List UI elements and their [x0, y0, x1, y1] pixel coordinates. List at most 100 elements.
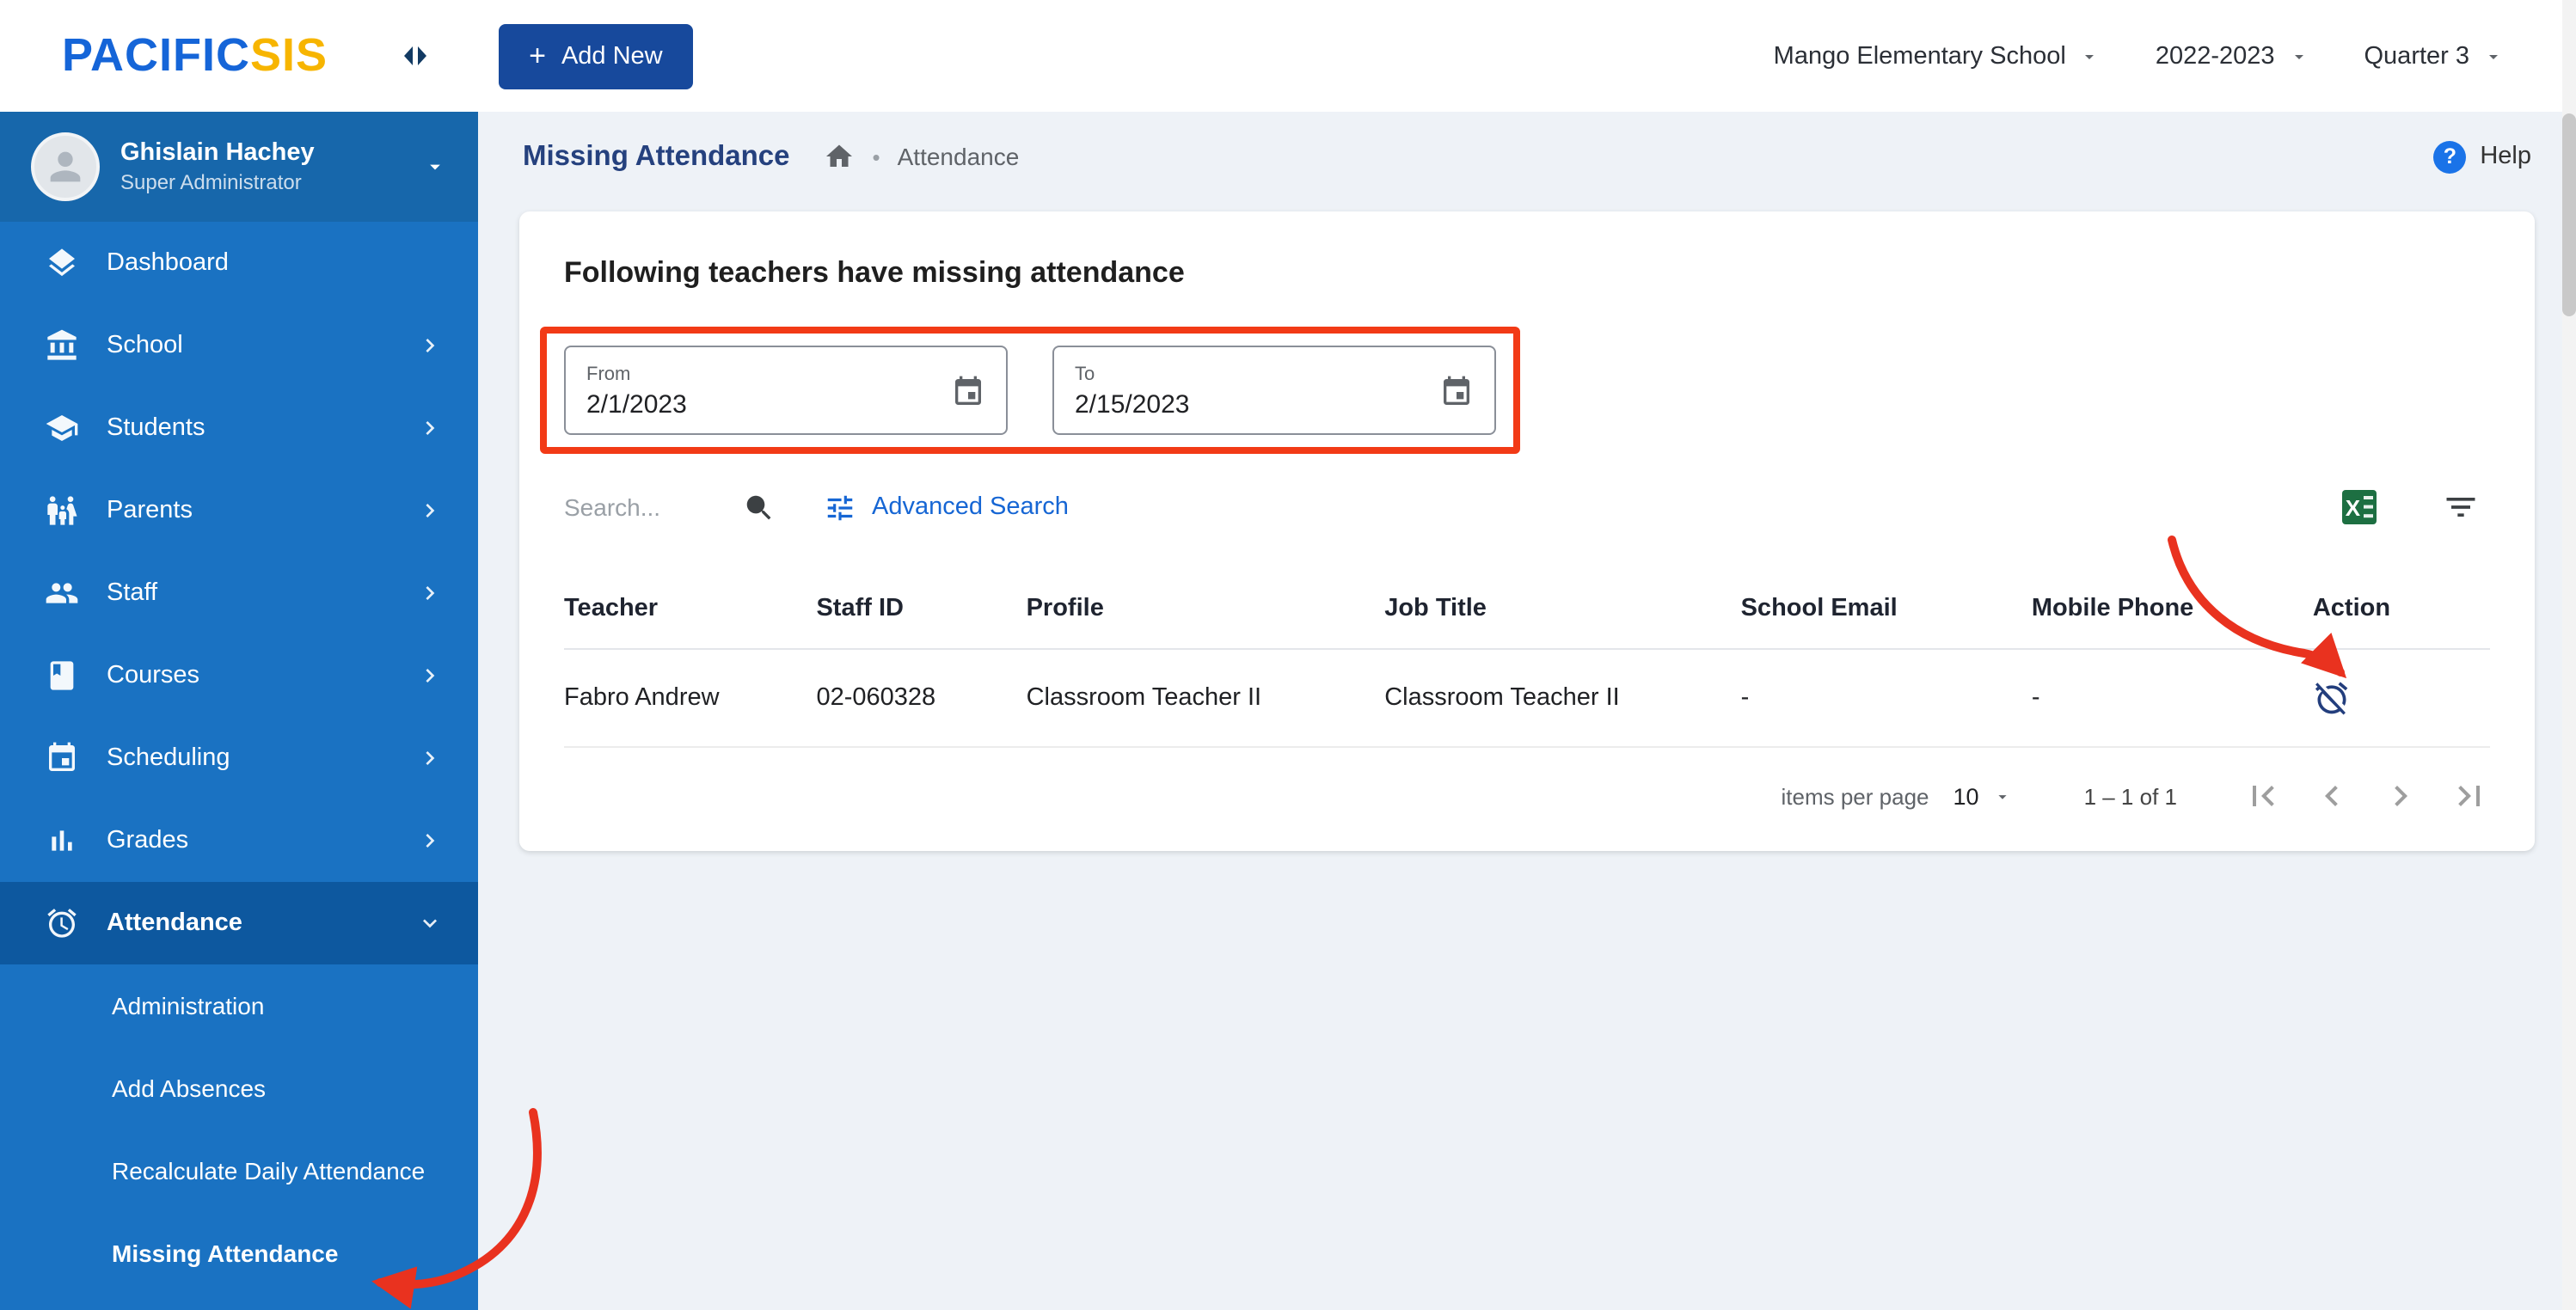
sidebar-subitem-label: Add Absences — [112, 1074, 267, 1102]
items-per-page-select[interactable]: 10 — [1953, 783, 2012, 809]
sidebar-item-staff[interactable]: Staff — [0, 552, 478, 634]
sidebar-subitem-administration[interactable]: Administration — [0, 964, 478, 1047]
sidebar-collapse-icon[interactable] — [400, 43, 429, 69]
sidebar-item-attendance[interactable]: Attendance — [0, 882, 478, 964]
sidebar-item-students[interactable]: Students — [0, 387, 478, 469]
sidebar-item-parents[interactable]: Parents — [0, 469, 478, 552]
top-header: PACIFICSIS + Add New Mango Elementary Sc… — [0, 0, 2576, 112]
col-action: Action — [2312, 569, 2490, 650]
sidebar-item-dashboard[interactable]: Dashboard — [0, 222, 478, 304]
avatar — [31, 132, 100, 201]
chevron-right-icon — [426, 751, 435, 765]
sidebar-subitem-recalculate-daily-attendance[interactable]: Recalculate Daily Attendance — [0, 1129, 478, 1212]
breadcrumb: Missing Attendance • Attendance ? Help — [478, 112, 2576, 201]
user-name: Ghislain Hachey — [120, 139, 315, 167]
sidebar-subitem-label: Missing Attendance — [112, 1240, 339, 1267]
sidebar-item-label: Staff — [107, 579, 158, 607]
graduation-cap-icon — [46, 415, 78, 441]
search-icon[interactable] — [743, 491, 776, 523]
sidebar-subitem-missing-attendance[interactable]: Missing Attendance — [0, 1212, 478, 1295]
sidebar-item-label: Dashboard — [107, 249, 229, 277]
date-to-label: To — [1075, 364, 1095, 384]
cell-staff-id: 02-060328 — [816, 649, 1027, 748]
chevron-right-icon — [426, 504, 435, 517]
breadcrumb-attendance[interactable]: Attendance — [898, 143, 1020, 170]
app-logo: PACIFICSIS — [62, 29, 328, 83]
excel-export-icon[interactable]: X — [2339, 487, 2380, 528]
school-selector-value: Mango Elementary School — [1773, 42, 2066, 70]
cell-teacher: Fabro Andrew — [564, 649, 817, 748]
first-page-icon[interactable] — [2242, 775, 2284, 817]
pagination: items per page 10 1 – 1 of 1 — [564, 775, 2490, 817]
search-input[interactable] — [564, 493, 729, 521]
previous-page-icon[interactable] — [2311, 775, 2352, 817]
school-building-icon — [47, 329, 77, 360]
table-row: Fabro Andrew 02-060328 Classroom Teacher… — [564, 649, 2490, 748]
chevron-down-icon — [2294, 54, 2303, 58]
sidebar-subitem-add-absences[interactable]: Add Absences — [0, 1047, 478, 1129]
svg-text:X: X — [2346, 495, 2361, 521]
cell-job-title: Classroom Teacher II — [1384, 649, 1741, 748]
calendar-icon[interactable] — [951, 374, 985, 408]
logo-sis: SIS — [250, 29, 328, 81]
add-new-label: Add New — [561, 42, 663, 70]
col-job-title: Job Title — [1384, 569, 1741, 650]
advanced-search-label: Advanced Search — [872, 493, 1069, 521]
help-button[interactable]: ? Help — [2433, 140, 2531, 173]
tune-icon — [827, 494, 853, 520]
sidebar-item-scheduling[interactable]: Scheduling — [0, 717, 478, 799]
sidebar-item-school[interactable]: School — [0, 304, 478, 387]
missing-attendance-card: Following teachers have missing attendan… — [519, 211, 2535, 851]
date-from-input[interactable] — [586, 389, 951, 419]
people-icon — [46, 583, 78, 603]
items-per-page-label: items per page — [1781, 783, 1929, 809]
home-icon[interactable] — [825, 141, 856, 172]
user-profile-menu[interactable]: Ghislain Hachey Super Administrator — [0, 112, 478, 222]
chevron-expanded-icon — [423, 919, 437, 928]
alarm-off-icon[interactable] — [2313, 679, 2351, 717]
question-mark-icon: ? — [2433, 140, 2467, 173]
chevron-right-icon — [426, 834, 435, 848]
date-filter-row: From To — [540, 327, 1520, 454]
header-selectors: Mango Elementary School 2022-2023 Quarte… — [1774, 42, 2576, 70]
table-toolbar: Advanced Search X — [564, 487, 2490, 528]
chevron-right-icon — [426, 669, 435, 683]
sidebar-item-grades[interactable]: Grades — [0, 799, 478, 882]
items-per-page-value: 10 — [1953, 783, 1979, 809]
chevron-down-icon — [1997, 794, 2007, 799]
chevron-right-icon — [426, 339, 435, 352]
sidebar-subitem-label: Recalculate Daily Attendance — [112, 1157, 426, 1185]
alarm-clock-icon — [47, 909, 77, 938]
quarter-selector-value: Quarter 3 — [2364, 42, 2470, 70]
card-title: Following teachers have missing attendan… — [564, 256, 1185, 289]
calendar-icon[interactable] — [1439, 374, 1474, 408]
date-from-field[interactable]: From — [564, 346, 1008, 435]
date-to-input[interactable] — [1075, 389, 1439, 419]
last-page-icon[interactable] — [2449, 775, 2490, 817]
filter-icon[interactable] — [2442, 488, 2480, 526]
family-icon — [47, 496, 77, 525]
sidebar: Ghislain Hachey Super Administrator Dash… — [0, 112, 478, 1310]
cell-school-email: - — [1740, 649, 2032, 748]
missing-attendance-table: Teacher Staff ID Profile Job Title Schoo… — [564, 569, 2490, 748]
advanced-search-link[interactable]: Advanced Search — [824, 491, 1069, 523]
add-new-button[interactable]: + Add New — [498, 23, 694, 89]
col-profile: Profile — [1026, 569, 1385, 650]
next-page-icon[interactable] — [2380, 775, 2421, 817]
cell-mobile-phone: - — [2031, 649, 2313, 748]
chevron-down-icon — [2085, 54, 2095, 58]
scrollbar-thumb[interactable] — [2562, 113, 2576, 316]
sidebar-item-label: Students — [107, 414, 205, 442]
scrollbar-track[interactable] — [2562, 0, 2576, 1310]
date-to-field[interactable]: To — [1052, 346, 1496, 435]
sidebar-item-label: Grades — [107, 827, 189, 854]
calendar-icon — [49, 742, 75, 771]
pagination-range: 1 – 1 of 1 — [2083, 783, 2177, 809]
school-selector[interactable]: Mango Elementary School — [1774, 42, 2101, 70]
chevron-down-icon — [430, 164, 440, 170]
table-header-row: Teacher Staff ID Profile Job Title Schoo… — [564, 569, 2490, 650]
quarter-selector[interactable]: Quarter 3 — [2364, 42, 2505, 70]
cell-profile: Classroom Teacher II — [1026, 649, 1385, 748]
year-selector[interactable]: 2022-2023 — [2156, 42, 2309, 70]
sidebar-item-courses[interactable]: Courses — [0, 634, 478, 717]
